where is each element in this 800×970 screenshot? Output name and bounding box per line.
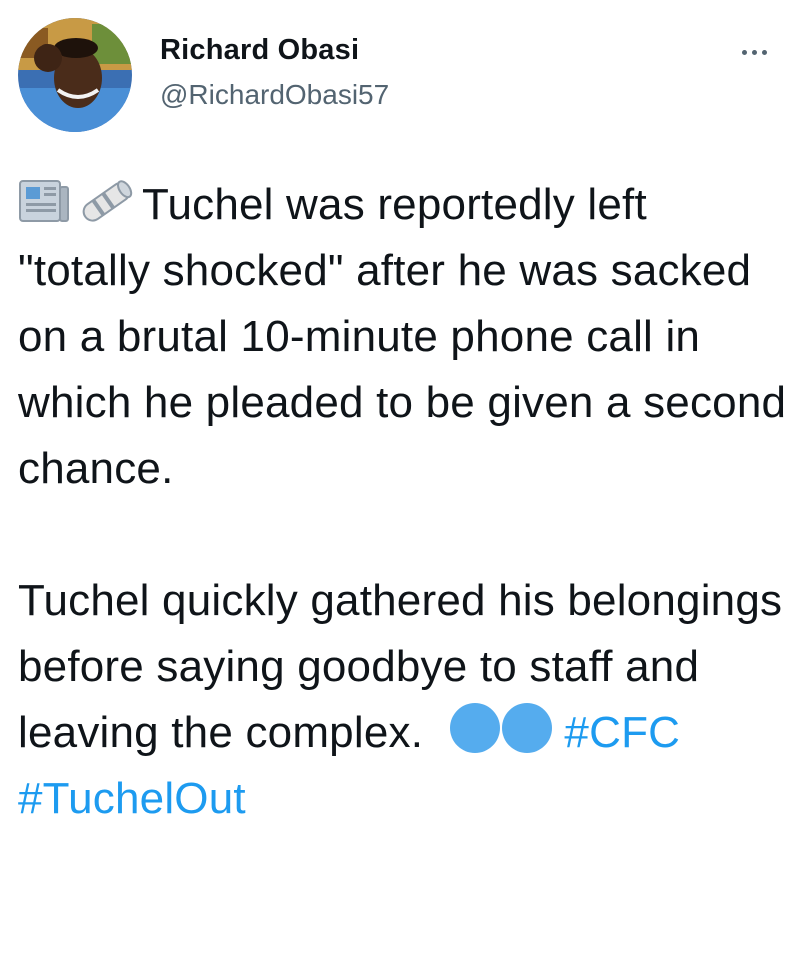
tweet-paragraph-2: Tuchel quickly gathered his belongings b… — [18, 568, 788, 832]
tweet-card[interactable]: Richard Obasi @RichardObasi57 Tuchel was… — [0, 0, 800, 970]
blue-circle-icon — [449, 703, 500, 753]
more-options-icon[interactable] — [732, 40, 776, 64]
author-handle[interactable]: @RichardObasi57 — [160, 78, 389, 112]
more-dot — [751, 49, 757, 55]
more-dot — [761, 49, 767, 55]
avatar-image — [18, 18, 132, 132]
more-dot — [741, 49, 747, 55]
avatar[interactable] — [18, 18, 132, 132]
tweet-paragraph-1: Tuchel was reportedly left "totally shoc… — [18, 172, 788, 502]
author-names: Richard Obasi @RichardObasi57 — [160, 32, 389, 112]
rolled-newspaper-icon — [76, 177, 136, 225]
hashtag-cfc[interactable]: #CFC — [564, 708, 680, 757]
newspaper-icon — [18, 177, 70, 225]
tweet-text: Tuchel was reportedly left "totally shoc… — [18, 172, 788, 832]
blue-circle-icon — [501, 703, 552, 753]
paragraph-1-text: Tuchel was reportedly left "totally shoc… — [18, 180, 787, 493]
author-display-name[interactable]: Richard Obasi — [160, 32, 389, 68]
hashtag-tuchelout[interactable]: #TuchelOut — [18, 774, 246, 823]
tweet-header: Richard Obasi @RichardObasi57 — [18, 18, 780, 138]
